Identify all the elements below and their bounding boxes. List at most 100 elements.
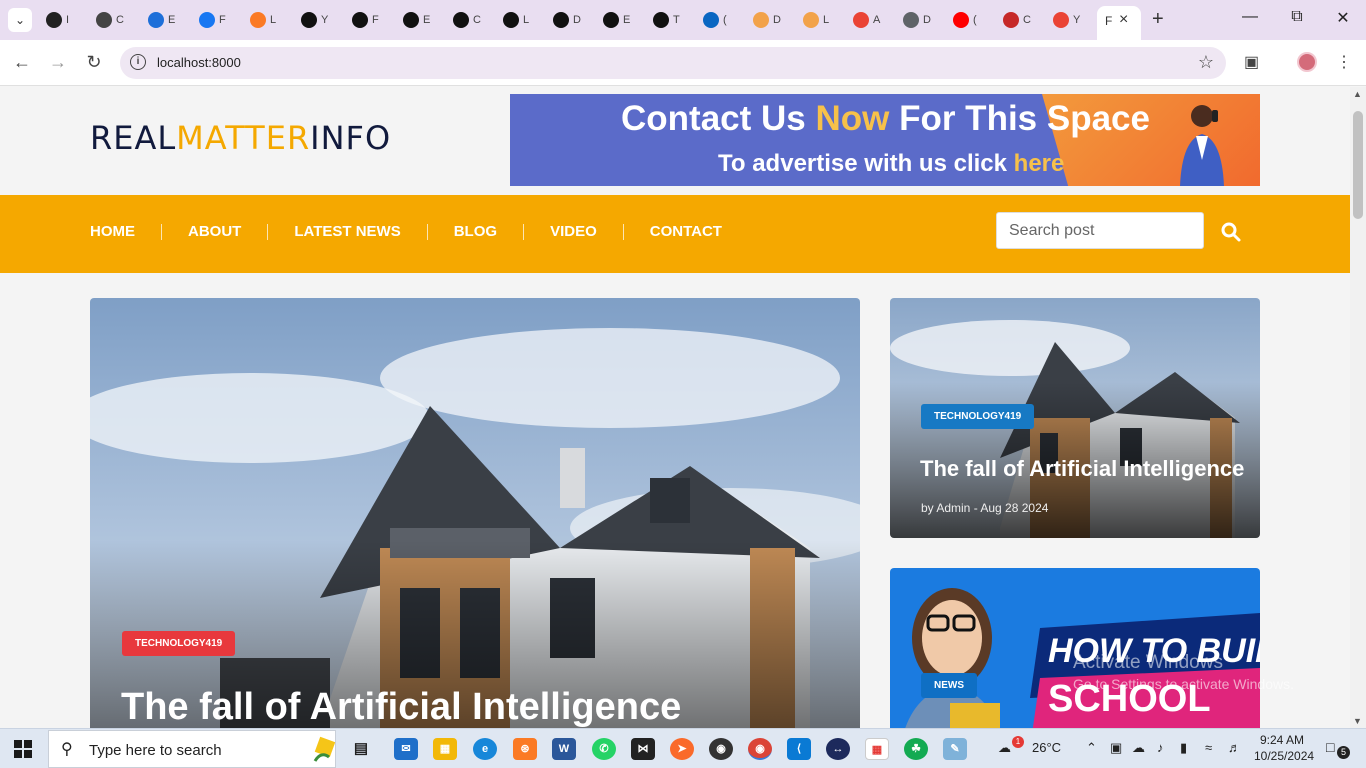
back-icon[interactable]: ← [10, 52, 34, 73]
task-view-icon[interactable]: ▤ [349, 738, 373, 760]
browser-tab[interactable]: D [553, 8, 581, 32]
chrome-browser-icon[interactable]: ◉ [748, 738, 772, 760]
postman-icon[interactable]: ➤ [670, 738, 694, 760]
tab-search-icon[interactable]: ⌄ [8, 8, 32, 32]
browser-tab[interactable]: L [250, 8, 276, 32]
tab-label: D [773, 14, 781, 26]
scroll-down-arrow-icon[interactable]: ▼ [1353, 716, 1362, 726]
reload-icon[interactable]: ↻ [82, 52, 106, 73]
banner-person-image [1180, 105, 1224, 186]
tab-favicon-icon [503, 12, 519, 28]
side-post-card-2[interactable]: HOW TO BUILD SCHOOL NEWS [890, 568, 1260, 728]
restore-icon[interactable]: ⧉ [1285, 8, 1309, 26]
browser-tab[interactable]: L [503, 8, 529, 32]
close-window-icon[interactable]: ✕ [1331, 8, 1355, 28]
menu-kebab-icon[interactable]: ⋮ [1336, 52, 1352, 72]
vscode-icon[interactable]: ⟨ [787, 738, 811, 760]
tab-label: E [423, 14, 431, 26]
word-app-icon[interactable]: W [552, 738, 576, 760]
browser-tab[interactable]: D [753, 8, 781, 32]
browser-tab[interactable]: F [352, 8, 379, 32]
browser-tab[interactable]: E [403, 8, 430, 32]
teamviewer-icon[interactable]: ↔ [826, 738, 850, 760]
browser-tab[interactable]: C [453, 8, 481, 32]
browser-tab[interactable]: Y [1053, 8, 1080, 32]
tab-label: C [116, 14, 124, 26]
whatsapp-icon[interactable]: ✆ [592, 738, 616, 760]
scrollbar-thumb[interactable] [1353, 111, 1363, 219]
search-icon[interactable] [1220, 221, 1242, 243]
nav-link-latest-news[interactable]: LATEST NEWS [267, 224, 426, 240]
browser-tab[interactable]: T [653, 8, 680, 32]
weather-icon[interactable]: ☁ [998, 740, 1011, 756]
browser-tab[interactable]: F [199, 8, 226, 32]
logo-part-real: REAL [90, 119, 177, 157]
profile-avatar[interactable] [1297, 52, 1317, 72]
obs-studio-icon[interactable]: ◉ [709, 738, 733, 760]
side-post-card-1[interactable]: TECHNOLOGY419 The fall of Artificial Int… [890, 298, 1260, 538]
close-tab-icon[interactable]: × [1119, 11, 1128, 29]
browser-tab[interactable]: Y [301, 8, 328, 32]
bookmark-star-icon[interactable]: ☆ [1198, 52, 1214, 73]
browser-tab[interactable]: ( [953, 8, 977, 32]
microsoft-store-icon[interactable]: ▦ [865, 738, 889, 760]
extensions-icon[interactable]: ▣ [1244, 52, 1259, 72]
search-post-input[interactable] [996, 212, 1204, 249]
xampp-icon[interactable]: ⊛ [513, 738, 537, 760]
scroll-up-arrow-icon[interactable]: ▲ [1353, 89, 1362, 99]
url-text[interactable]: localhost:8000 [157, 55, 241, 70]
nav-link-contact[interactable]: CONTACT [622, 224, 748, 240]
side-post-1-title[interactable]: The fall of Artificial Intelligence [920, 456, 1244, 482]
battery-icon[interactable]: ▮ [1180, 740, 1187, 756]
notifications-icon[interactable]: □ 5 [1326, 739, 1350, 759]
side-post-2-category[interactable]: NEWS [921, 673, 977, 698]
meet-now-icon[interactable]: ▣ [1110, 740, 1122, 756]
browser-tab[interactable]: C [96, 8, 124, 32]
browser-tab[interactable]: L [803, 8, 829, 32]
browser-tab[interactable]: D [903, 8, 931, 32]
featured-post-category[interactable]: TECHNOLOGY419 [122, 631, 236, 656]
nav-link-home[interactable]: HOME [90, 224, 161, 240]
tab-favicon-icon [1003, 12, 1019, 28]
nav-link-video[interactable]: VIDEO [523, 224, 623, 240]
microphone-icon[interactable]: ♪ [1157, 740, 1164, 755]
mongodb-compass-icon[interactable]: ☘ [904, 738, 928, 760]
side-post-1-category[interactable]: TECHNOLOGY419 [921, 404, 1035, 429]
windows-start-icon[interactable] [14, 740, 32, 758]
featured-post-card[interactable]: TECHNOLOGY419 The fall of Artificial Int… [90, 298, 860, 728]
volume-icon[interactable]: ♬ [1228, 740, 1241, 755]
browser-tab[interactable]: E [148, 8, 175, 32]
system-clock[interactable]: 9:24 AM 10/25/2024 [1254, 732, 1314, 764]
ad-banner[interactable]: Contact Us Now For This Space To adverti… [510, 94, 1260, 186]
new-tab-icon[interactable]: + [1152, 8, 1164, 31]
tab-active[interactable]: F × [1097, 6, 1141, 40]
site-info-icon[interactable]: i [130, 54, 146, 70]
address-bar[interactable]: i localhost:8000 ☆ [120, 47, 1226, 79]
capcut-icon[interactable]: ⋈ [631, 738, 655, 760]
notepad-app-icon[interactable]: ✎ [943, 738, 967, 760]
banner-here-link[interactable]: here [1014, 150, 1065, 177]
onedrive-icon[interactable]: ☁ [1132, 740, 1145, 756]
edge-browser-icon[interactable]: e [473, 738, 497, 760]
taskbar-search-box[interactable]: ⚲ Type here to search [48, 730, 336, 768]
featured-post-title[interactable]: The fall of Artificial Intelligence [121, 686, 681, 728]
tab-label: I [66, 14, 70, 26]
browser-tab[interactable]: I [46, 8, 69, 32]
browser-tab[interactable]: ( [703, 8, 727, 32]
browser-tab[interactable]: A [853, 8, 880, 32]
minimize-icon[interactable]: — [1238, 8, 1262, 26]
mail-app-icon[interactable]: ✉ [394, 738, 418, 760]
nav-link-about[interactable]: ABOUT [161, 224, 267, 240]
page-scrollbar[interactable]: ▲ ▼ [1350, 87, 1366, 728]
browser-tab[interactable]: C [1003, 8, 1031, 32]
show-hidden-icons-icon[interactable]: ⌃ [1086, 740, 1097, 756]
nav-link-blog[interactable]: BLOG [426, 224, 523, 240]
site-logo[interactable]: REALMATTERINFO [90, 119, 391, 157]
tab-label: Y [1073, 14, 1081, 26]
file-explorer-icon[interactable]: ▦ [433, 738, 457, 760]
wifi-icon[interactable]: ≈ [1205, 740, 1212, 755]
tab-favicon-icon [553, 12, 569, 28]
temperature-text[interactable]: 26°C [1032, 740, 1061, 755]
browser-tab[interactable]: E [603, 8, 630, 32]
forward-icon[interactable]: → [46, 52, 70, 73]
